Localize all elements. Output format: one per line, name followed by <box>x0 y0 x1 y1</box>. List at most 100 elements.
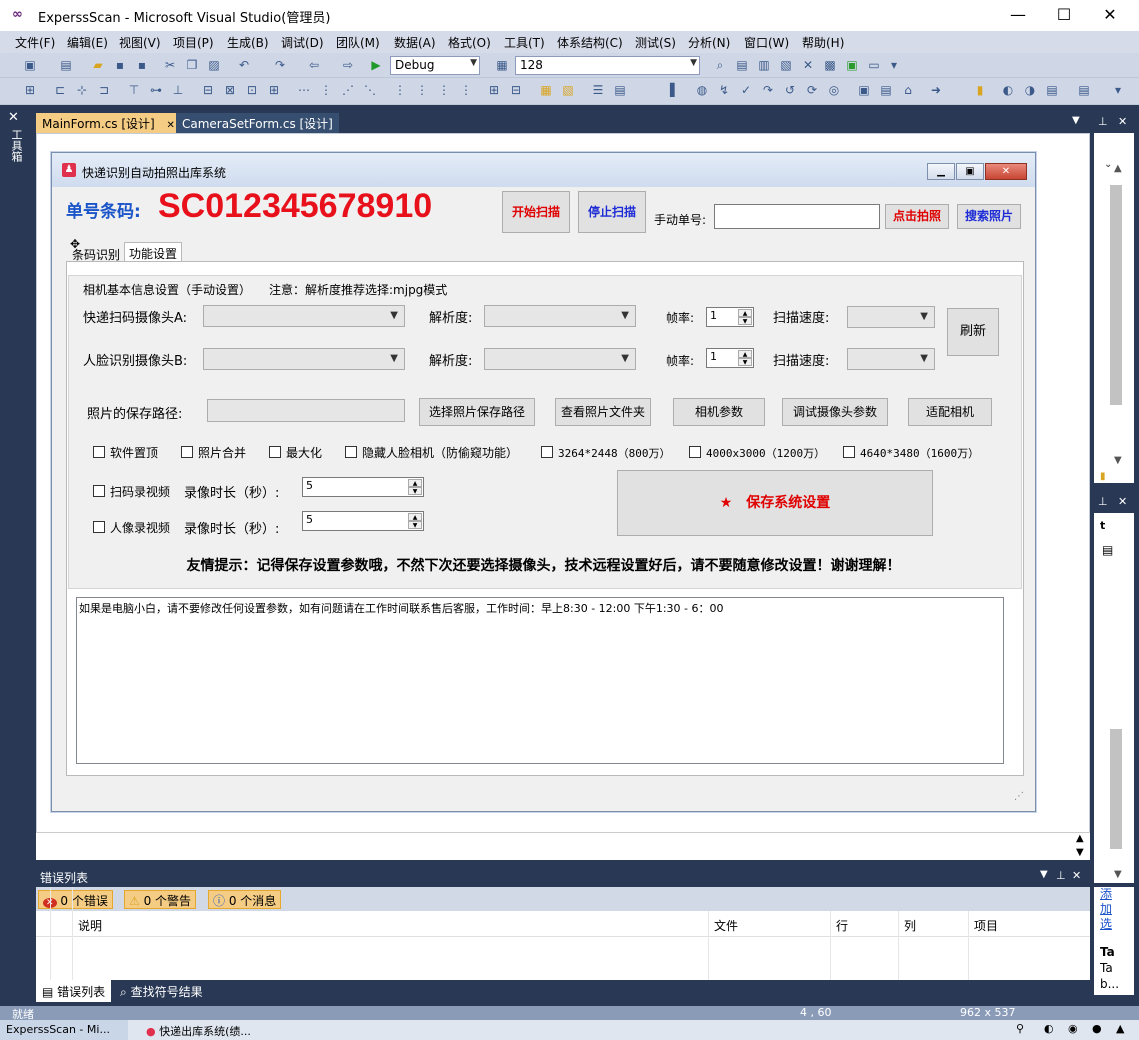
start-debug-icon[interactable]: ▶ <box>368 57 384 73</box>
minimize-button[interactable]: — <box>995 0 1041 31</box>
notes-textbox[interactable]: 如果是电脑小白，请不要修改任何设置参数，如有问题请在工作时间联系售后客服，工作时… <box>76 597 1004 764</box>
camera-params-button[interactable]: 相机参数 <box>673 398 765 426</box>
messages-filter-button[interactable]: ⓘ 0 个消息 <box>208 890 282 909</box>
make-same-size-icon[interactable]: ⊡ <box>244 82 260 98</box>
search-photo-button[interactable]: 搜索照片 <box>957 204 1021 229</box>
horizontal-spacing-icon[interactable]: ⋯ <box>296 82 312 98</box>
start-page-icon[interactable]: ▣ <box>844 57 860 73</box>
take-photo-button[interactable]: 点击拍照 <box>885 204 949 229</box>
menu-test[interactable]: 测试(S) <box>635 34 676 51</box>
more-options-icon[interactable]: ▾ <box>1110 82 1126 98</box>
toolbox-icon[interactable]: ✕ <box>800 57 816 73</box>
align-lefts-icon[interactable]: ⊏ <box>52 82 68 98</box>
menu-view[interactable]: 视图(V) <box>119 34 161 51</box>
refresh-icon[interactable]: ⟳ <box>804 82 820 98</box>
add-item-icon[interactable]: ▤ <box>58 57 74 73</box>
menu-build[interactable]: 生成(B) <box>227 34 269 51</box>
make-same-height-icon[interactable]: ⊠ <box>222 82 238 98</box>
warnings-filter-button[interactable]: ⚠ 0 个警告 <box>124 890 197 909</box>
properties-object-name[interactable]: t <box>1100 519 1105 532</box>
resize-grip-icon[interactable]: ⋰ <box>1014 791 1024 802</box>
tab-camerasetform[interactable]: CameraSetForm.cs [设计] <box>176 113 339 133</box>
photo-path-field[interactable] <box>207 399 405 422</box>
scroll-up-icon[interactable]: ▲ <box>1114 163 1122 174</box>
menu-edit[interactable]: 编辑(E) <box>67 34 108 51</box>
res-1600-checkbox[interactable] <box>843 446 855 458</box>
tab-settings[interactable]: 功能设置 <box>124 242 183 262</box>
resolution-a-select[interactable]: ▼ <box>484 305 636 327</box>
column-file[interactable]: 文件 <box>714 917 738 934</box>
stepper-up-icon[interactable]: ▲ <box>408 479 422 487</box>
column-column[interactable]: 列 <box>904 917 916 934</box>
comment-icon[interactable]: ▐ <box>662 82 678 98</box>
face-duration-stepper[interactable]: 5 ▲ ▼ <box>302 511 424 531</box>
close-icon[interactable]: ✕ <box>1118 495 1127 508</box>
step-over-icon[interactable]: ↷ <box>760 82 776 98</box>
menu-help[interactable]: 帮助(H) <box>802 34 844 51</box>
align-centers-icon[interactable]: ⊹ <box>74 82 90 98</box>
fps-b-stepper[interactable]: 1 ▲ ▼ <box>706 348 754 368</box>
camera-a-select[interactable]: ▼ <box>203 305 405 327</box>
breakpoint-icon[interactable]: ◍ <box>694 82 710 98</box>
decrease-spacing-icon[interactable]: ⋰ <box>340 82 356 98</box>
res-1200-checkbox[interactable] <box>689 446 701 458</box>
copy-icon[interactable]: ❐ <box>184 57 200 73</box>
taskbar-item-vs[interactable]: ExperssScan - Mi... <box>0 1020 128 1040</box>
adapt-camera-button[interactable]: 适配相机 <box>908 398 992 426</box>
bring-to-front-icon[interactable]: ▦ <box>538 82 554 98</box>
form-minimize-button[interactable]: ▁ <box>927 163 955 180</box>
stepper-up-icon[interactable]: ▲ <box>738 350 752 358</box>
cut-icon[interactable]: ✂ <box>162 57 178 73</box>
scroll-down-icon[interactable]: ▼ <box>1076 847 1084 858</box>
bookmark-icon[interactable]: ➜ <box>928 82 944 98</box>
merge-photo-checkbox[interactable] <box>181 446 193 458</box>
menu-debug[interactable]: 调试(D) <box>281 34 324 51</box>
paste-icon[interactable]: ▨ <box>206 57 222 73</box>
stepper-up-icon[interactable]: ▲ <box>408 513 422 521</box>
expand-icon[interactable]: ⌄ <box>1104 159 1112 170</box>
pin-top-checkbox[interactable] <box>93 446 105 458</box>
close-button[interactable]: ✕ <box>1087 0 1133 31</box>
find-in-files-icon[interactable]: ▦ <box>494 57 510 73</box>
menu-team[interactable]: 团队(M) <box>336 34 380 51</box>
taskbar-item-app[interactable]: ● 快递出库系统(绩... <box>140 1020 300 1040</box>
scroll-up-icon[interactable]: ▲ <box>1076 833 1084 844</box>
menu-file[interactable]: 文件(F) <box>15 34 55 51</box>
next-bookmark-icon[interactable]: ◑ <box>1022 82 1038 98</box>
choose-path-button[interactable]: 选择照片保存路径 <box>419 398 535 426</box>
open-folder-icon[interactable]: ▰ <box>90 57 106 73</box>
close-icon[interactable]: ✕ <box>167 120 175 131</box>
redo-icon[interactable]: ↷ <box>272 57 288 73</box>
menu-architecture[interactable]: 体系结构(C) <box>557 34 623 51</box>
tray-icon[interactable]: ● <box>1092 1022 1102 1035</box>
undo-icon[interactable]: ↶ <box>236 57 252 73</box>
home-icon[interactable]: ⌂ <box>900 82 916 98</box>
menu-project[interactable]: 项目(P) <box>173 34 214 51</box>
save-icon[interactable]: ▪ <box>112 57 128 73</box>
format-icon[interactable]: ▣ <box>856 82 872 98</box>
step-into-icon[interactable]: ↯ <box>716 82 732 98</box>
scroll-down-icon[interactable]: ▼ <box>1114 455 1122 466</box>
properties2-icon[interactable]: ▤ <box>878 82 894 98</box>
output-window-icon[interactable]: ▭ <box>866 57 882 73</box>
toggle-bookmark-icon[interactable]: ▮ <box>972 82 988 98</box>
toolbar-options2-icon[interactable]: ▤ <box>1076 82 1092 98</box>
scan-speed-a-select[interactable]: ▼ <box>847 306 935 328</box>
properties-icon[interactable]: ▥ <box>756 57 772 73</box>
form-close-button[interactable]: ✕ <box>985 163 1027 180</box>
view-folder-button[interactable]: 查看照片文件夹 <box>555 398 651 426</box>
align-middles-icon[interactable]: ⊶ <box>148 82 164 98</box>
stepper-down-icon[interactable]: ▼ <box>738 317 752 325</box>
tab-mainform[interactable]: MainForm.cs [设计] ✕ <box>36 113 181 133</box>
clear-bookmark-icon[interactable]: ▤ <box>1044 82 1060 98</box>
align-bottoms-icon[interactable]: ⊥ <box>170 82 186 98</box>
solution-explorer-icon[interactable]: ▤ <box>734 57 750 73</box>
stop-icon[interactable]: ◎ <box>826 82 842 98</box>
lock-controls-icon[interactable]: ▤ <box>612 82 628 98</box>
navigate-forward-icon[interactable]: ⇨ <box>340 57 356 73</box>
align-tops-icon[interactable]: ⊤ <box>126 82 142 98</box>
start-scan-button[interactable]: 开始扫描 <box>502 191 570 233</box>
maximize-button[interactable]: ☐ <box>1041 0 1087 31</box>
config-select[interactable]: Debug ▼ <box>390 56 480 75</box>
toolbar-options-icon[interactable]: ▾ <box>886 57 902 73</box>
